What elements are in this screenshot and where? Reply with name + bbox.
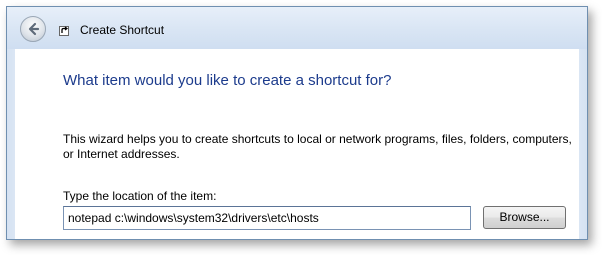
window-frame-right: [579, 49, 587, 239]
title-bar: Create Shortcut: [7, 7, 587, 49]
back-button[interactable]: [20, 16, 46, 42]
location-label: Type the location of the item:: [63, 189, 217, 203]
shortcut-icon: [59, 26, 69, 36]
browse-button[interactable]: Browse...: [483, 206, 566, 229]
page: Create Shortcut What item would you like…: [0, 0, 602, 255]
wizard-heading: What item would you like to create a sho…: [63, 72, 392, 89]
window-title: Create Shortcut: [80, 23, 165, 37]
window-frame-left: [7, 49, 15, 239]
create-shortcut-window: Create Shortcut What item would you like…: [6, 6, 588, 240]
back-arrow-icon: [28, 22, 40, 36]
wizard-description: This wizard helps you to create shortcut…: [63, 132, 572, 161]
location-input[interactable]: [63, 206, 471, 230]
wizard-content: What item would you like to create a sho…: [15, 49, 579, 239]
